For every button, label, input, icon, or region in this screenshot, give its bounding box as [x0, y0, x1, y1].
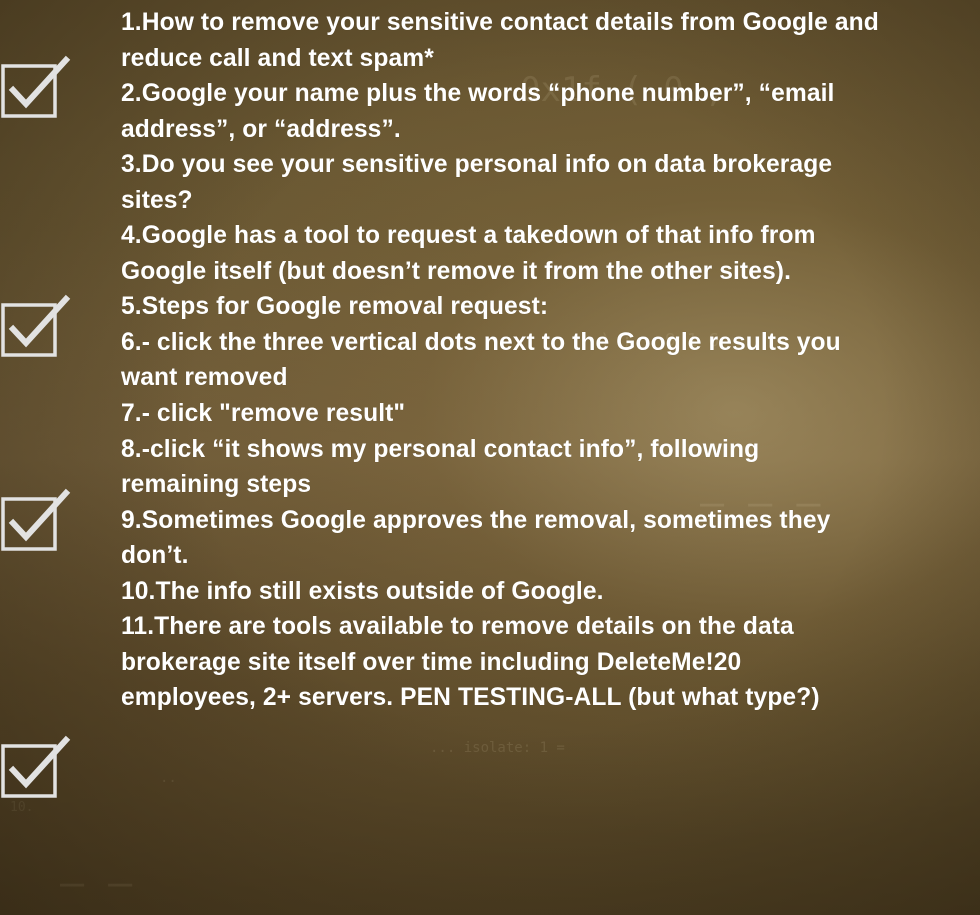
checklist-line: Google itself (but doesn’t remove it fro… — [121, 257, 792, 285]
checkbox-4[interactable] — [0, 735, 74, 801]
checkbox-1[interactable] — [0, 55, 74, 121]
checklist-line: reduce call and text spam* — [121, 44, 434, 72]
checklist-line: 7.- click "remove result" — [121, 400, 406, 428]
checklist-text: 1.How to remove your sensitive contact d… — [121, 5, 976, 716]
checklist-line: address”, or “address”. — [121, 115, 401, 143]
checklist-line: remaining steps — [121, 471, 312, 499]
checklist-line: 4.Google has a tool to request a takedow… — [121, 222, 816, 250]
checklist-line: employees, 2+ servers. PEN TESTING-ALL (… — [121, 684, 820, 712]
checklist-line: 6.- click the three vertical dots next t… — [121, 328, 841, 356]
checklist-line: don’t. — [121, 542, 189, 570]
checklist-line: 2.Google your name plus the words “phone… — [121, 80, 835, 108]
checklist-line: 3.Do you see your sensitive personal inf… — [121, 151, 833, 179]
checkbox-checked-icon — [1, 294, 71, 357]
checkbox-checked-icon — [1, 488, 71, 551]
checkbox-3[interactable] — [0, 488, 74, 554]
checklist-line: 11.There are tools available to remove d… — [121, 613, 794, 641]
checklist-line: sites? — [121, 186, 193, 214]
checkbox-checked-icon — [1, 55, 71, 118]
checklist-line: 5.Steps for Google removal request: — [121, 293, 549, 321]
checklist-line: 8.-click “it shows my personal contact i… — [121, 435, 760, 463]
checklist-line: brokerage site itself over time includin… — [121, 648, 742, 676]
checkbox-checked-icon — [1, 735, 71, 798]
checklist-line: 9.Sometimes Google approves the removal,… — [121, 506, 831, 534]
checklist-line: want removed — [121, 364, 288, 392]
checkbox-2[interactable] — [0, 294, 74, 360]
checklist-line: 1.How to remove your sensitive contact d… — [121, 9, 879, 36]
checklist-line: 10.The info still exists outside of Goog… — [121, 577, 604, 605]
